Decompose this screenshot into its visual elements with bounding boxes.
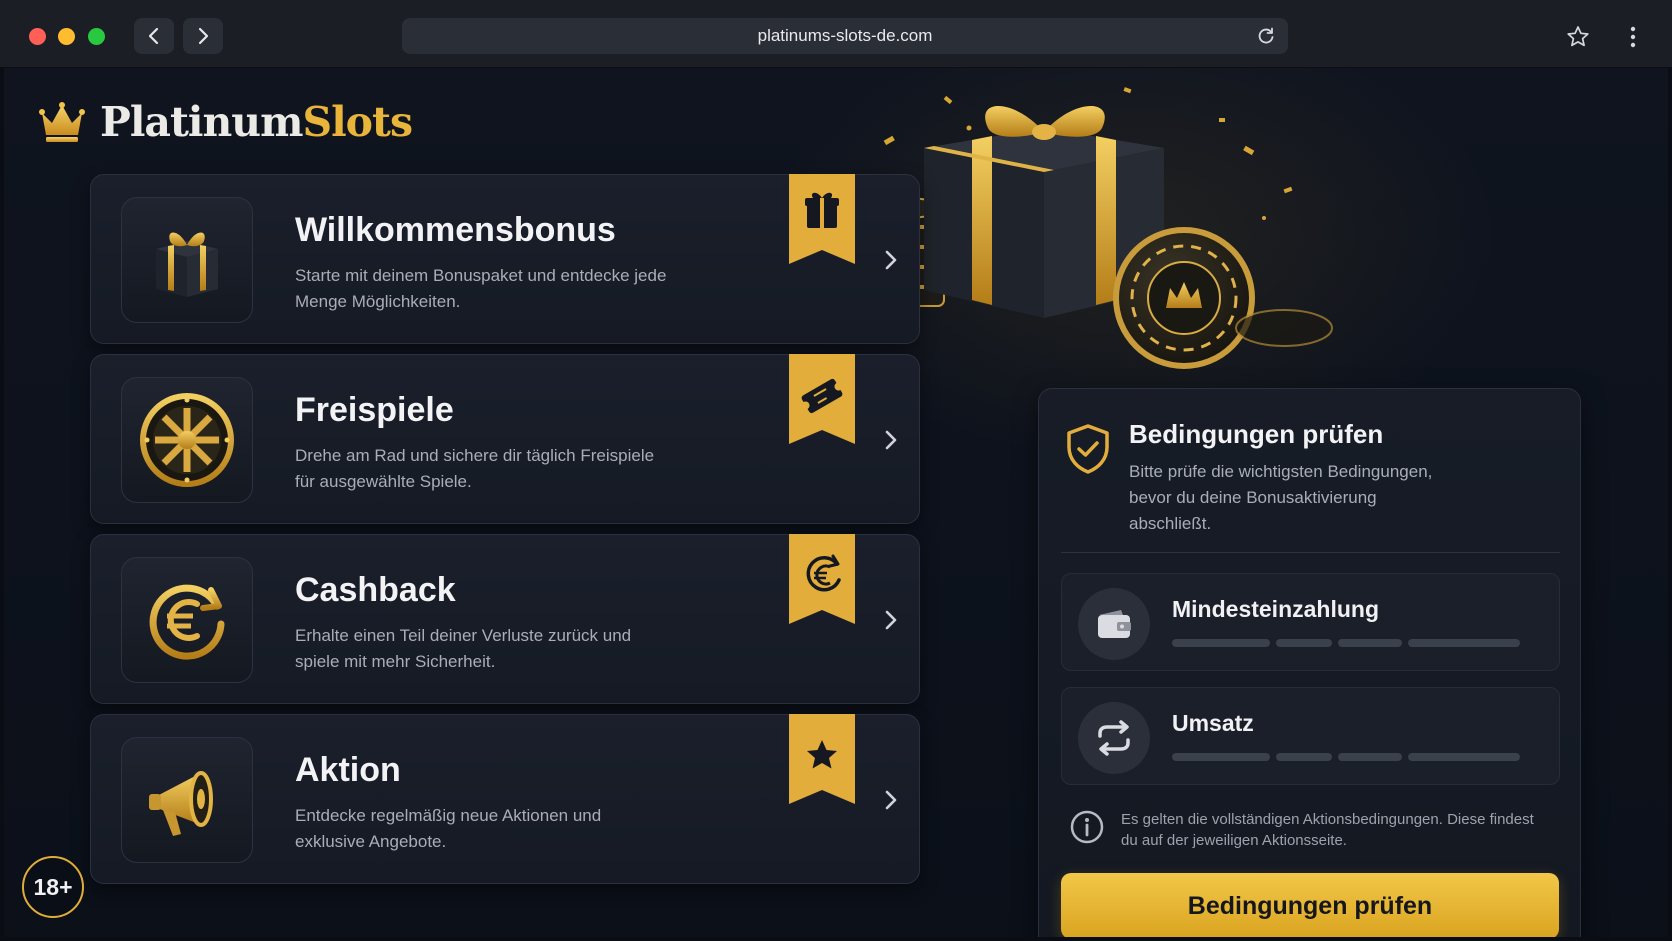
panel-title: Bedingungen prüfen (1129, 419, 1384, 449)
minimize-window-button[interactable] (58, 28, 75, 45)
promo-icon-tile (121, 377, 253, 503)
requirement-min-deposit[interactable]: Mindesteinzahlung (1061, 573, 1560, 671)
ribbon-euro-icon (789, 534, 855, 624)
more-menu-icon[interactable] (1625, 24, 1641, 50)
ribbon-star-icon (789, 714, 855, 804)
promo-card-promotion[interactable]: Aktion Entdecke regelmäßig neue Aktionen… (90, 714, 920, 884)
age-restriction-badge: 18+ (22, 856, 84, 918)
requirement-label: Mindesteinzahlung (1172, 596, 1379, 622)
reload-icon[interactable] (1256, 26, 1276, 46)
promo-title: Cashback (295, 571, 456, 609)
check-conditions-button[interactable]: Bedingungen prüfen (1061, 873, 1559, 937)
euro-cycle-icon (149, 584, 225, 660)
promo-description: Erhalte einen Teil deiner Verluste zurüc… (295, 626, 632, 671)
terms-info-text: Es gelten die vollständigen Aktionsbedin… (1121, 811, 1534, 849)
chevron-right-icon (885, 250, 897, 270)
promo-description: Starte mit deinem Bonuspaket und entdeck… (295, 266, 667, 311)
gift-chips-illustration (864, 87, 1333, 369)
brand-name: PlatinumSlots (100, 98, 413, 146)
close-window-button[interactable] (29, 28, 46, 45)
wheel-icon (140, 393, 234, 487)
promo-description: Drehe am Rad und sichere dir täglich Fre… (295, 446, 655, 491)
back-button[interactable] (134, 18, 174, 54)
conditions-panel: Bedingungen prüfen Bitte prüfe die wicht… (1038, 388, 1581, 937)
chevron-right-icon (198, 27, 209, 45)
shield-check-icon (1067, 424, 1109, 474)
requirement-wagering[interactable]: Umsatz (1061, 687, 1560, 785)
megaphone-icon (149, 771, 213, 836)
chevron-left-icon (148, 27, 159, 45)
panel-description: Bitte prüfe die wichtigsten Bedingungen,… (1129, 462, 1433, 533)
forward-button[interactable] (183, 18, 223, 54)
promo-card-free-spins[interactable]: Freispiele Drehe am Rad und sichere dir … (90, 354, 920, 524)
chevron-right-icon (885, 610, 897, 630)
chevron-right-icon (885, 430, 897, 450)
requirement-label: Umsatz (1172, 710, 1254, 736)
promo-icon-tile (121, 557, 253, 683)
ribbon-ticket-icon (789, 354, 855, 444)
brand-logo[interactable]: PlatinumSlots (38, 98, 413, 146)
requirement-icon-circle (1078, 702, 1150, 774)
promo-title: Freispiele (295, 391, 454, 429)
maximize-window-button[interactable] (88, 28, 105, 45)
promo-title: Willkommensbonus (295, 211, 616, 249)
page-content: PlatinumSlots Willkommensbonus Starte mi… (4, 68, 1668, 937)
promo-icon-tile (121, 197, 253, 323)
divider (1061, 552, 1560, 553)
info-icon (1070, 810, 1104, 844)
promo-title: Aktion (295, 751, 401, 789)
browser-toolbar: platinums-slots-de.com (0, 0, 1672, 68)
promo-card-cashback[interactable]: Cashback Erhalte einen Teil deiner Verlu… (90, 534, 920, 704)
requirement-placeholder-bars (1172, 639, 1520, 647)
refresh-arrows-icon (1098, 720, 1130, 756)
promo-description: Entdecke regelmäßig neue Aktionen und ex… (295, 806, 602, 851)
promo-card-welcome-bonus[interactable]: Willkommensbonus Starte mit deinem Bonus… (90, 174, 920, 344)
promo-icon-tile (121, 737, 253, 863)
address-bar[interactable]: platinums-slots-de.com (402, 18, 1288, 54)
requirement-icon-circle (1078, 588, 1150, 660)
gift-icon (156, 232, 218, 297)
url-text: platinums-slots-de.com (757, 26, 933, 45)
requirement-placeholder-bars (1172, 753, 1520, 761)
bookmark-star-icon[interactable] (1565, 24, 1591, 50)
crown-icon (39, 102, 85, 142)
chevron-right-icon (885, 790, 897, 810)
ribbon-gift-icon (789, 174, 855, 264)
wallet-icon (1098, 610, 1131, 638)
